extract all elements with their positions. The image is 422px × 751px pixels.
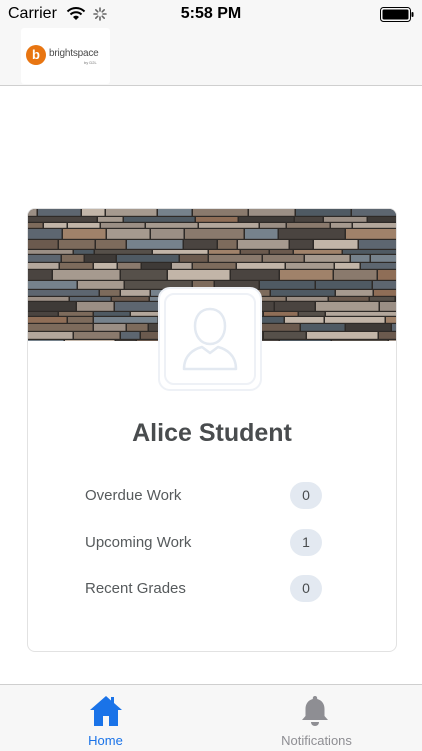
logo-subtext: by D2L — [84, 60, 97, 65]
avatar[interactable] — [158, 287, 262, 391]
tab-home[interactable]: Home — [0, 685, 211, 751]
overdue-work-label[interactable]: Overdue Work — [85, 487, 181, 504]
user-silhouette-icon — [182, 307, 238, 371]
tab-bar: Home Notifications — [0, 684, 422, 751]
upcoming-work-count-badge[interactable]: 1 — [290, 529, 322, 556]
overdue-work-count-badge[interactable]: 0 — [290, 482, 322, 509]
home-icon — [90, 696, 122, 726]
tab-home-label: Home — [88, 733, 123, 748]
logo-mark: b — [26, 45, 46, 65]
app-header: b brightspace by D2L — [0, 28, 422, 86]
tab-notifications[interactable]: Notifications — [211, 685, 422, 751]
recent-grades-label[interactable]: Recent Grades — [85, 580, 186, 597]
student-name: Alice Student — [132, 419, 292, 447]
clock: 5:58 PM — [180, 5, 242, 22]
logo-text: brightspace — [49, 48, 99, 59]
avatar-frame — [164, 293, 256, 385]
brightspace-logo[interactable]: b brightspace by D2L — [21, 28, 110, 84]
tab-notifications-label: Notifications — [281, 733, 352, 748]
upcoming-work-label[interactable]: Upcoming Work — [85, 534, 191, 551]
bell-icon — [302, 696, 328, 726]
battery-icon — [380, 7, 414, 22]
recent-grades-count-badge[interactable]: 0 — [290, 575, 322, 602]
profile-card: Alice Student Overdue Work 0 Upcoming Wo… — [27, 208, 397, 652]
status-bar: Carrier 5:58 PM — [0, 0, 422, 28]
